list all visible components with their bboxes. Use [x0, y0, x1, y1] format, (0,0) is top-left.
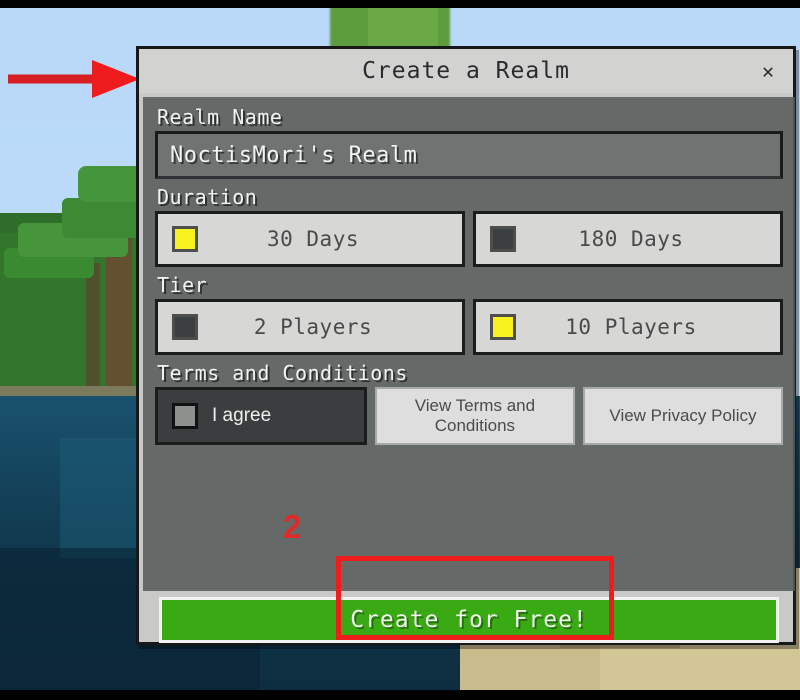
- terms-controls: I agree View Terms and Conditions View P…: [155, 387, 783, 445]
- dialog-titlebar: Create a Realm ✕: [139, 49, 793, 93]
- duration-options: 30 Days 180 Days: [155, 211, 783, 267]
- duration-option-label: 180 Days: [578, 227, 684, 251]
- view-privacy-button[interactable]: View Privacy Policy: [582, 387, 783, 445]
- realm-name-input[interactable]: NoctisMori's Realm: [155, 131, 783, 179]
- checkbox-unselected-icon: [172, 314, 198, 340]
- agree-label: I agree: [212, 405, 272, 426]
- tier-option-label: 10 Players: [565, 315, 697, 339]
- dialog-title: Create a Realm: [362, 58, 570, 84]
- agree-checkbox-row[interactable]: I agree: [155, 387, 367, 445]
- checkbox-selected-icon: [172, 226, 198, 252]
- highlight-rectangle-annotation: [336, 556, 614, 640]
- tier-option-2-players[interactable]: 2 Players: [155, 299, 465, 355]
- checkbox-unselected-icon: [490, 226, 516, 252]
- duration-option-label: 30 Days: [266, 227, 359, 251]
- tier-options: 2 Players 10 Players: [155, 299, 783, 355]
- view-terms-button[interactable]: View Terms and Conditions: [374, 387, 575, 445]
- close-icon[interactable]: ✕: [755, 58, 781, 84]
- dialog-body: Realm Name NoctisMori's Realm Duration 3…: [143, 97, 795, 591]
- checkbox-selected-icon: [490, 314, 516, 340]
- arrow-right-icon: [8, 60, 140, 98]
- duration-label: Duration: [157, 185, 258, 209]
- checkbox-empty-icon: [172, 403, 198, 429]
- tier-option-label: 2 Players: [253, 315, 373, 339]
- realm-name-value: NoctisMori's Realm: [170, 142, 418, 168]
- tier-option-10-players[interactable]: 10 Players: [473, 299, 783, 355]
- tree-trunk-back: [86, 263, 100, 393]
- duration-option-180-days[interactable]: 180 Days: [473, 211, 783, 267]
- step-number-annotation: 2: [283, 508, 302, 545]
- duration-option-30-days[interactable]: 30 Days: [155, 211, 465, 267]
- terms-label: Terms and Conditions: [157, 361, 408, 385]
- pointer-arrow-annotation: [6, 58, 156, 100]
- realm-name-label: Realm Name: [157, 105, 283, 129]
- tier-label: Tier: [157, 273, 208, 297]
